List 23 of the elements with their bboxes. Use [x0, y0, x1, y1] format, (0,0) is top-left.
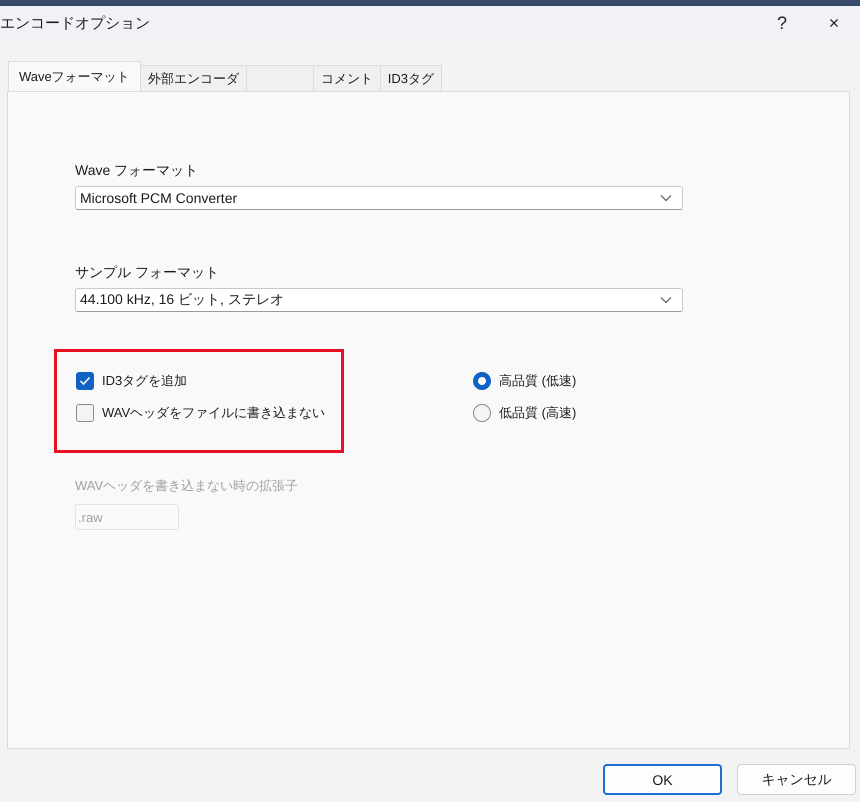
checkbox-label: WAVヘッダをファイルに書き込まない	[102, 404, 326, 422]
field-label: WAVヘッダを書き込まない時の拡張子	[75, 477, 300, 495]
tab[interactable]: Waveフォーマット	[8, 61, 141, 91]
field-label: サンプル フォーマット	[75, 264, 220, 282]
radio-button[interactable]	[473, 372, 491, 390]
cancel-button[interactable]: キャンセル	[737, 764, 856, 795]
dropdown[interactable]: 44.100 kHz, 16 ビット, ステレオ	[75, 288, 683, 312]
dropdown[interactable]: Microsoft PCM Converter	[75, 186, 683, 210]
ok-button[interactable]: OK	[603, 764, 722, 795]
radio-button[interactable]	[473, 404, 491, 422]
window-title: エンコードオプション	[0, 14, 151, 32]
close-button[interactable]: ×	[808, 6, 860, 40]
checkbox-label: ID3タグを追加	[102, 372, 188, 390]
checkbox[interactable]	[76, 372, 94, 390]
radio-label: 高品質 (低速)	[499, 372, 576, 390]
chevron-down-icon	[660, 194, 672, 202]
tab[interactable]: ID3タグ	[380, 65, 442, 91]
chevron-down-icon	[660, 296, 672, 304]
checkmark-icon	[79, 376, 91, 386]
help-button[interactable]: ?	[756, 6, 808, 40]
field-label: Wave フォーマット	[75, 162, 200, 180]
checkbox[interactable]	[76, 404, 94, 422]
radio-label: 低品質 (高速)	[499, 404, 576, 422]
